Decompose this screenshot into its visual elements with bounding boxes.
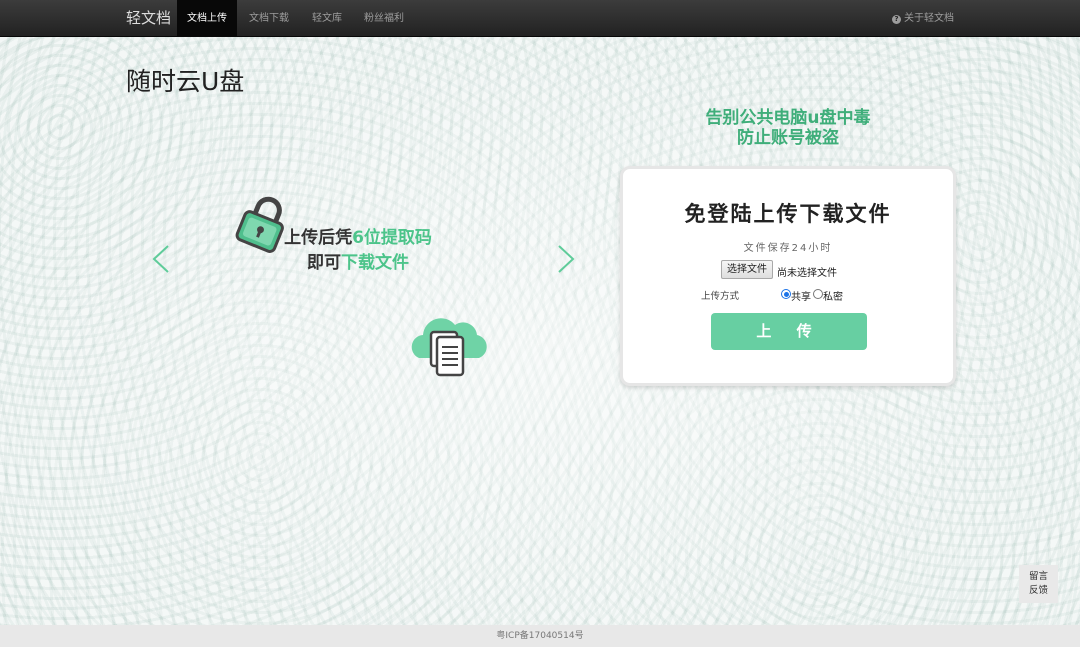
nav-item-upload[interactable]: 文档上传 — [177, 0, 237, 37]
brand-logo[interactable]: 轻文档 — [126, 0, 171, 37]
feedback-button[interactable]: 留言 反馈 — [1019, 565, 1058, 603]
footer: 粤ICP备17040514号 — [0, 625, 1080, 647]
slide-line2-highlight: 下载文件 — [341, 253, 409, 273]
radio-shared[interactable] — [781, 289, 791, 299]
slider-next-arrow-icon[interactable] — [555, 244, 577, 274]
nav-about-label: 关于轻文档 — [904, 13, 954, 24]
card-subtitle: 文件保存24小时 — [743, 243, 833, 254]
radio-shared-label[interactable]: 共享 — [791, 288, 811, 303]
nav-item-download[interactable]: 文档下载 — [239, 0, 299, 37]
slide-line1-highlight: 6位提取码 — [352, 228, 432, 248]
nav-about-link[interactable]: ? 关于轻文档 — [892, 0, 954, 37]
page-title: 随时云U盘 — [126, 67, 245, 96]
nav-item-fan-benefits[interactable]: 粉丝福利 — [354, 0, 414, 37]
icp-license-text[interactable]: 粤ICP备17040514号 — [496, 631, 583, 641]
slide-line2-prefix: 即可 — [307, 253, 341, 273]
feedback-line-1: 留言 — [1028, 571, 1048, 582]
question-circle-icon: ? — [892, 15, 901, 24]
slider-prev-arrow-icon[interactable] — [150, 244, 172, 274]
radio-private-label[interactable]: 私密 — [823, 288, 843, 303]
radio-private[interactable] — [813, 289, 823, 299]
nav-item-library[interactable]: 轻文库 — [302, 0, 352, 37]
slide-caption-line-1: 上传后凭6位提取码 — [258, 226, 458, 251]
slide-caption-line-2: 即可下载文件 — [258, 251, 458, 276]
upload-card: 免登陆上传下载文件 文件保存24小时 选择文件 尚未选择文件 上传方式 共享 私… — [620, 166, 956, 386]
slide-line1-prefix: 上传后凭 — [284, 228, 353, 248]
feedback-line-2: 反馈 — [1028, 585, 1048, 596]
top-navbar: 轻文档 文档上传 文档下载 轻文库 粉丝福利 ? 关于轻文档 — [0, 0, 1080, 37]
choose-file-button[interactable]: 选择文件 — [721, 260, 773, 279]
upload-mode-label: 上传方式 — [701, 291, 740, 302]
upload-button[interactable]: 上 传 — [711, 313, 867, 350]
slogan: 告别公共电脑u盘中毒 防止账号被盗 — [660, 108, 916, 148]
slogan-line-2: 防止账号被盗 — [737, 128, 839, 148]
cloud-documents-icon — [411, 318, 487, 377]
slogan-line-1: 告别公共电脑u盘中毒 — [705, 108, 871, 128]
file-status-text: 尚未选择文件 — [777, 268, 837, 279]
slide-caption: 上传后凭6位提取码 即可下载文件 — [258, 226, 458, 276]
card-title: 免登陆上传下载文件 — [684, 202, 892, 226]
